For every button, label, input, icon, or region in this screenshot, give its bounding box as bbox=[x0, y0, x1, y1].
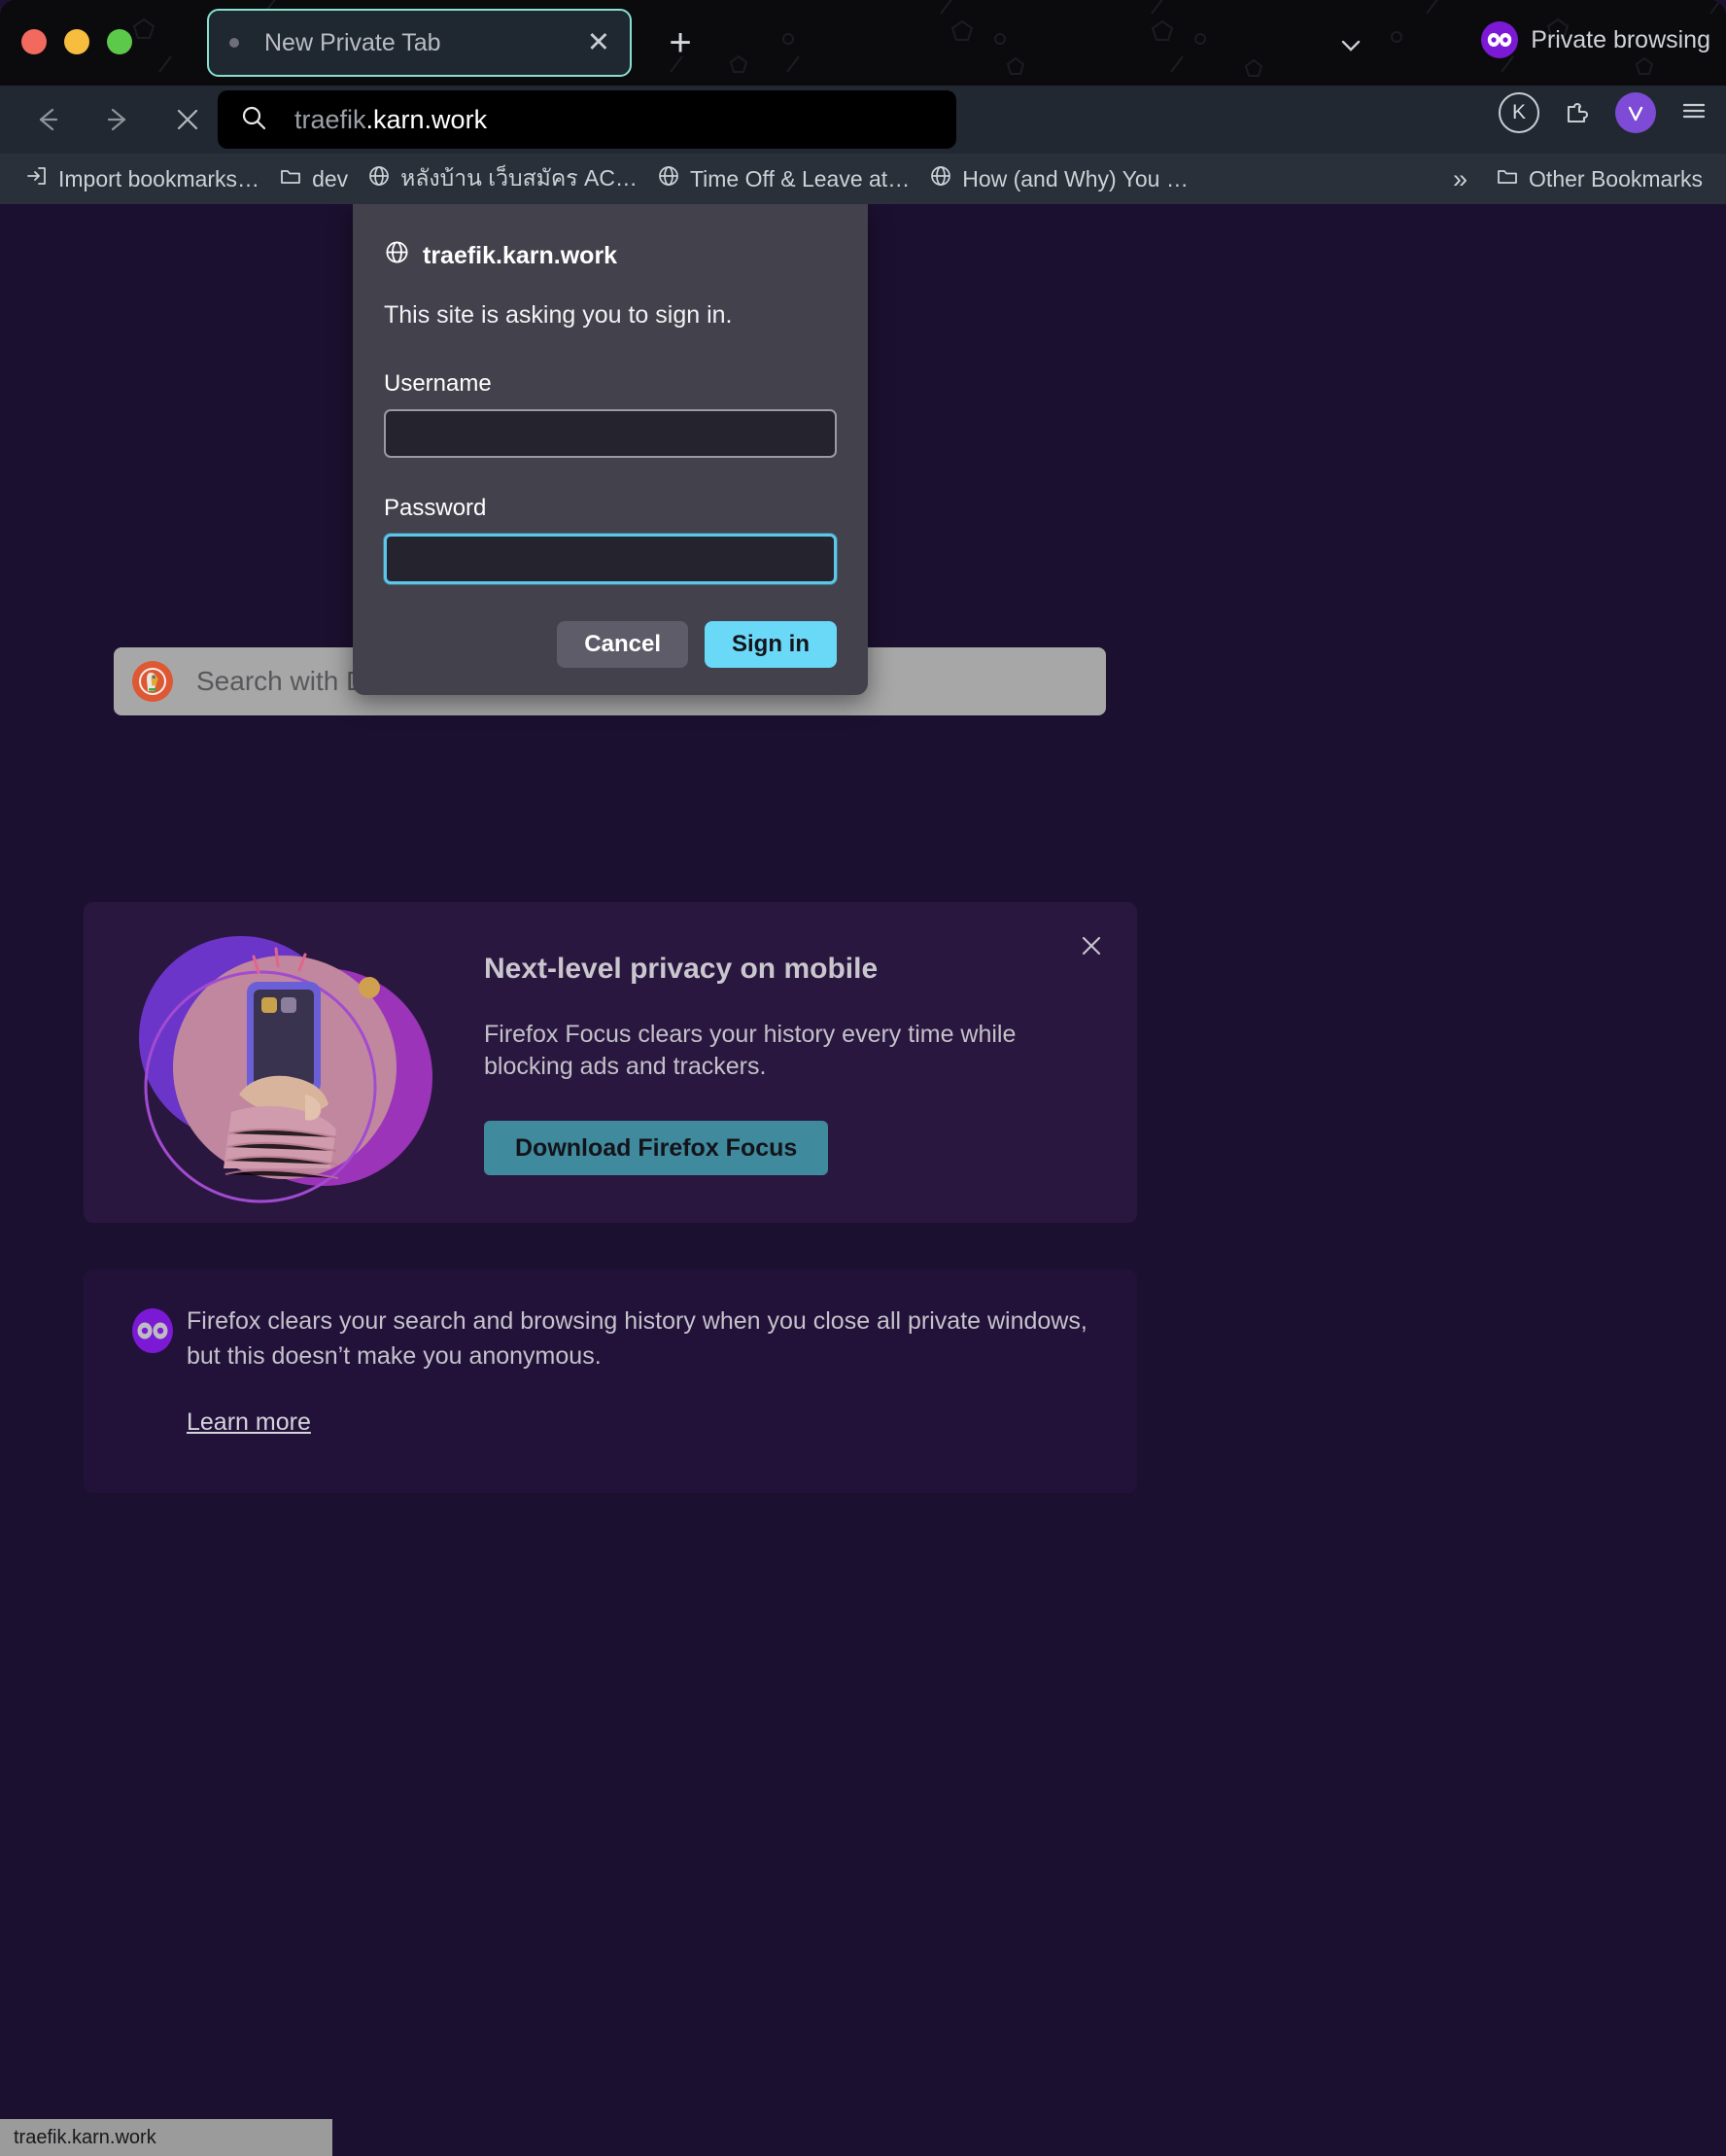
bookmark-other-bookmarks[interactable]: Other Bookmarks bbox=[1486, 160, 1712, 197]
toolbar-actions: K bbox=[1499, 92, 1710, 133]
tab-new-private-tab[interactable]: New Private Tab ✕ bbox=[207, 9, 632, 77]
navigation-toolbar: traefik.karn.work K bbox=[0, 86, 1726, 154]
bookmark-label: How (and Why) You … bbox=[962, 165, 1189, 191]
account-avatar[interactable]: K bbox=[1499, 92, 1539, 133]
chevron-down-icon[interactable] bbox=[1331, 25, 1370, 64]
bookmark-label: Other Bookmarks bbox=[1529, 165, 1703, 191]
bookmarks-bar: Import bookmarks… dev หลังบ้าน เว็บสมัคร… bbox=[0, 154, 1726, 204]
person-holding-phone-illustration bbox=[139, 936, 432, 1203]
browser-window: New Private Tab ✕ + Private browsing tra… bbox=[0, 0, 1726, 2156]
learn-more-link[interactable]: Learn more bbox=[187, 1408, 311, 1437]
globe-icon bbox=[384, 239, 410, 272]
page-content: Search with DuckDuckGo or enter address bbox=[0, 204, 1726, 2156]
promo-body: Firefox Focus clears your history every … bbox=[484, 1021, 1017, 1080]
bookmark-label: หลังบ้าน เว็บสมัคร AC… bbox=[400, 165, 638, 191]
bookmarks-overflow-icon[interactable]: » bbox=[1445, 164, 1472, 194]
new-tab-button[interactable]: + bbox=[659, 21, 702, 64]
import-icon bbox=[25, 164, 49, 193]
maximize-window-button[interactable] bbox=[107, 29, 132, 54]
auth-host-row: traefik.karn.work bbox=[384, 239, 837, 272]
close-icon[interactable] bbox=[1077, 931, 1106, 965]
bookmark-dev[interactable]: dev bbox=[269, 160, 358, 197]
username-input[interactable] bbox=[384, 409, 837, 458]
close-tab-icon[interactable]: ✕ bbox=[587, 28, 610, 57]
back-arrow-icon[interactable] bbox=[21, 93, 74, 146]
private-mask-icon bbox=[130, 1308, 175, 1358]
forward-arrow-icon[interactable] bbox=[91, 93, 144, 146]
globe-icon bbox=[367, 164, 391, 193]
url-domain: .karn.work bbox=[365, 104, 488, 134]
duckduckgo-icon bbox=[132, 661, 173, 702]
stop-loading-icon[interactable] bbox=[161, 93, 214, 146]
promo-text-block: Next-level privacy on mobile Firefox Foc… bbox=[484, 953, 1087, 1175]
search-icon bbox=[239, 103, 268, 137]
status-bar: traefik.karn.work bbox=[0, 2119, 332, 2156]
tab-strip: New Private Tab ✕ + Private browsing bbox=[0, 0, 1726, 86]
bookmark-label: dev bbox=[312, 165, 349, 191]
tab-favicon-dot bbox=[229, 38, 239, 48]
window-controls[interactable] bbox=[21, 29, 132, 54]
http-auth-dialog: traefik.karn.work This site is asking yo… bbox=[353, 204, 868, 695]
firefox-focus-promo-card: Next-level privacy on mobile Firefox Foc… bbox=[84, 902, 1137, 1223]
private-browsing-info-text: Firefox clears your search and browsing … bbox=[187, 1307, 1087, 1370]
bookmark-import[interactable]: Import bookmarks… bbox=[16, 160, 269, 197]
minimize-window-button[interactable] bbox=[64, 29, 89, 54]
hamburger-menu-icon[interactable] bbox=[1677, 94, 1710, 132]
folder-icon bbox=[279, 164, 302, 193]
extensions-icon[interactable] bbox=[1561, 94, 1594, 132]
private-browsing-indicator: Private browsing bbox=[1481, 21, 1710, 58]
username-label: Username bbox=[384, 370, 492, 397]
auth-button-row: Cancel Sign in bbox=[384, 621, 837, 668]
download-firefox-focus-button[interactable]: Download Firefox Focus bbox=[484, 1121, 829, 1175]
bookmark-thai-site[interactable]: หลังบ้าน เว็บสมัคร AC… bbox=[358, 157, 647, 200]
private-browsing-label: Private browsing bbox=[1531, 25, 1710, 53]
password-label: Password bbox=[384, 495, 487, 521]
bookmark-how-and-why[interactable]: How (and Why) You … bbox=[919, 160, 1198, 197]
sign-in-button[interactable]: Sign in bbox=[705, 621, 837, 668]
cancel-button[interactable]: Cancel bbox=[557, 621, 688, 668]
bookmark-label: Import bookmarks… bbox=[58, 165, 260, 191]
bookmark-label: Time Off & Leave at… bbox=[689, 165, 911, 191]
url-input[interactable]: traefik.karn.work bbox=[218, 90, 956, 149]
shield-check-icon[interactable] bbox=[1615, 92, 1656, 133]
private-mask-icon bbox=[1481, 21, 1519, 58]
promo-title: Next-level privacy on mobile bbox=[484, 953, 879, 985]
bookmark-time-off[interactable]: Time Off & Leave at… bbox=[647, 160, 919, 197]
folder-icon bbox=[1496, 164, 1519, 193]
private-browsing-info-card: Firefox clears your search and browsing … bbox=[84, 1269, 1137, 1493]
url-subdomain: traefik bbox=[294, 104, 366, 134]
close-window-button[interactable] bbox=[21, 29, 47, 54]
auth-host-label: traefik.karn.work bbox=[423, 241, 618, 269]
globe-icon bbox=[657, 164, 680, 193]
globe-icon bbox=[929, 164, 952, 193]
password-input[interactable] bbox=[384, 534, 837, 584]
bookmarks-overflow-area: » Other Bookmarks bbox=[1432, 154, 1712, 204]
url-text: traefik.karn.work bbox=[294, 105, 487, 135]
tab-title: New Private Tab bbox=[264, 28, 441, 56]
auth-message: This site is asking you to sign in. bbox=[384, 301, 733, 329]
